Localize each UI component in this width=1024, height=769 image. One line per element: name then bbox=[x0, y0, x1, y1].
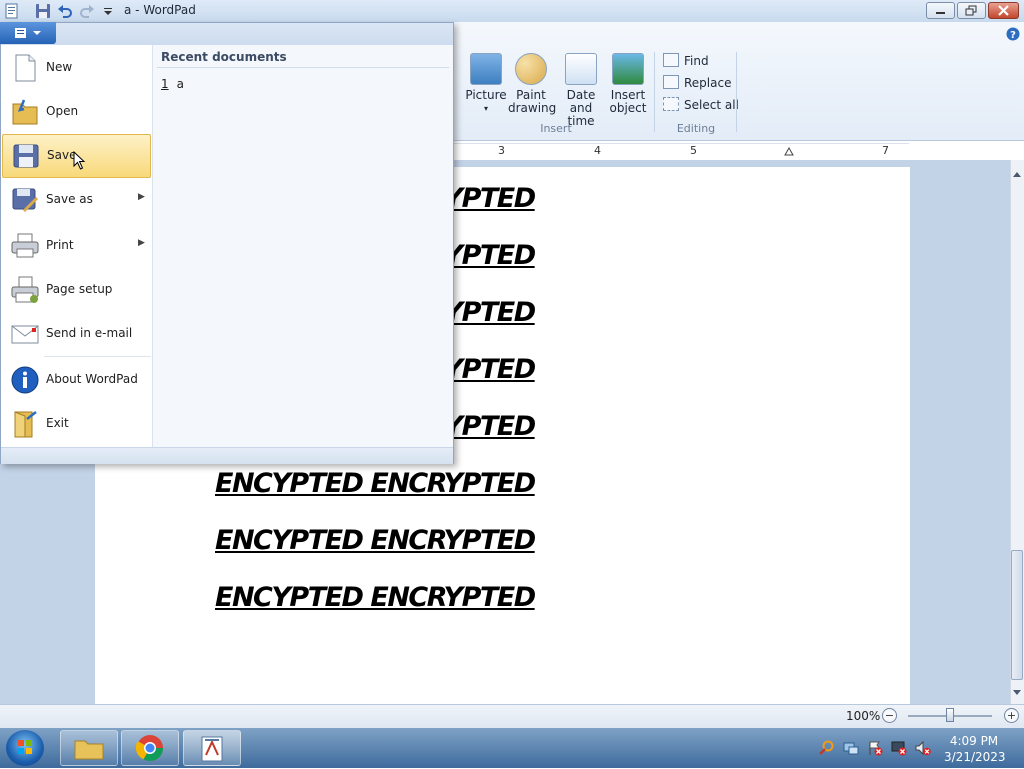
save-icon[interactable] bbox=[35, 3, 51, 19]
new-document-icon bbox=[15, 54, 36, 82]
menu-item-exit[interactable]: Exit bbox=[2, 403, 151, 445]
zoom-level: 100% bbox=[846, 709, 881, 723]
minimize-icon bbox=[936, 12, 945, 14]
email-icon bbox=[11, 325, 39, 344]
zoom-in-button[interactable]: + bbox=[1004, 708, 1019, 723]
select-all-button[interactable]: Select all bbox=[663, 94, 739, 116]
customize-qat-icon[interactable] bbox=[100, 3, 116, 19]
right-indent-marker-icon[interactable] bbox=[784, 147, 794, 157]
minimize-button[interactable] bbox=[926, 2, 955, 19]
app-menu-header bbox=[1, 23, 453, 45]
chrome-icon bbox=[135, 735, 164, 762]
taskbar-clock[interactable]: 4:09 PM 3/21/2023 bbox=[944, 733, 1006, 765]
open-folder-icon bbox=[12, 99, 38, 125]
ruler-mark: 5 bbox=[690, 144, 697, 157]
zoom-slider-thumb[interactable] bbox=[946, 708, 954, 722]
undo-icon[interactable] bbox=[57, 3, 73, 19]
ruler-mark: 4 bbox=[594, 144, 601, 157]
page-setup-icon bbox=[11, 276, 39, 303]
recent-index: 1 bbox=[161, 77, 169, 91]
ribbon-separator bbox=[736, 52, 737, 132]
recent-documents-heading: Recent documents bbox=[161, 50, 287, 64]
document-line[interactable]: ENCYPTED ENCRYPTED bbox=[215, 468, 536, 499]
zoom-out-button[interactable]: − bbox=[882, 708, 897, 723]
insert-group-label: Insert bbox=[540, 122, 572, 135]
clock-time: 4:09 PM bbox=[949, 734, 999, 748]
recent-document-item[interactable]: 1a bbox=[161, 77, 184, 91]
recent-documents-pane bbox=[153, 45, 453, 447]
picture-button[interactable]: Picture ▾ bbox=[465, 53, 507, 115]
tray-display-icon[interactable] bbox=[891, 740, 907, 756]
clock-date: 3/21/2023 bbox=[944, 750, 1006, 764]
paint-drawing-button[interactable]: Paint drawing bbox=[508, 53, 556, 115]
help-icon[interactable]: ? bbox=[1006, 27, 1020, 41]
insert-object-button[interactable]: Insert object bbox=[608, 53, 648, 115]
select-all-icon bbox=[663, 97, 679, 111]
app-menu-footer bbox=[1, 447, 453, 464]
document-line[interactable]: ENCYPTED ENCRYPTED bbox=[215, 582, 536, 613]
menu-item-new[interactable]: New bbox=[2, 47, 151, 89]
replace-icon bbox=[663, 75, 679, 89]
taskbar-wordpad-button[interactable] bbox=[183, 730, 241, 766]
menu-item-print[interactable]: Print ▶ bbox=[2, 225, 151, 267]
close-icon bbox=[998, 5, 1009, 16]
menu-item-page-setup[interactable]: Page setup bbox=[2, 269, 151, 311]
mouse-cursor-icon bbox=[73, 151, 86, 170]
ruler[interactable]: 3 4 5 7 bbox=[454, 143, 909, 161]
ruler-mark: 3 bbox=[498, 144, 505, 157]
document-line[interactable]: ENCYPTED ENCRYPTED bbox=[215, 525, 536, 556]
ribbon-separator bbox=[654, 52, 655, 132]
taskbar-chrome-button[interactable] bbox=[121, 730, 179, 766]
restore-button[interactable] bbox=[957, 2, 986, 19]
info-icon bbox=[11, 366, 39, 394]
close-button[interactable] bbox=[988, 2, 1019, 19]
menu-separator bbox=[44, 356, 151, 357]
recent-name: a bbox=[176, 77, 184, 91]
scrollbar-thumb[interactable] bbox=[1011, 550, 1023, 680]
app-menu-button-open[interactable] bbox=[0, 22, 56, 44]
menu-item-save[interactable]: Save bbox=[2, 134, 151, 178]
tray-network-icon[interactable] bbox=[843, 740, 859, 756]
tray-search-icon[interactable] bbox=[819, 740, 835, 756]
tray-action-center-icon[interactable] bbox=[867, 740, 883, 756]
find-button[interactable]: Find bbox=[663, 50, 709, 72]
picture-icon bbox=[470, 53, 502, 85]
replace-button[interactable]: Replace bbox=[663, 72, 731, 94]
tray-volume-icon[interactable] bbox=[915, 740, 931, 756]
submenu-arrow-icon: ▶ bbox=[138, 192, 145, 202]
folder-icon bbox=[74, 740, 104, 760]
ruler-mark: 7 bbox=[882, 144, 889, 157]
start-button[interactable] bbox=[6, 730, 44, 766]
submenu-arrow-icon: ▶ bbox=[138, 238, 145, 248]
scroll-up-icon[interactable] bbox=[1012, 170, 1022, 178]
redo-icon[interactable] bbox=[79, 3, 95, 19]
editing-group-label: Editing bbox=[676, 122, 716, 135]
windows-logo-icon bbox=[18, 740, 32, 754]
app-menu-icon bbox=[15, 28, 41, 38]
insert-object-icon bbox=[612, 53, 644, 85]
svg-text:?: ? bbox=[1010, 30, 1016, 41]
wordpad-app-icon bbox=[5, 3, 18, 19]
menu-item-send-email[interactable]: Send in e-mail bbox=[2, 313, 151, 355]
menu-item-open[interactable]: Open bbox=[2, 91, 151, 133]
restore-icon bbox=[965, 5, 977, 16]
date-time-button[interactable]: Date and time bbox=[555, 53, 607, 128]
binoculars-icon bbox=[663, 53, 679, 67]
scroll-down-icon[interactable] bbox=[1012, 689, 1022, 697]
recent-documents-divider bbox=[157, 67, 449, 68]
printer-icon bbox=[11, 233, 39, 258]
menu-item-about[interactable]: About WordPad bbox=[2, 359, 151, 401]
menu-item-save-as[interactable]: Save as ▶ bbox=[2, 179, 151, 221]
paint-palette-icon bbox=[515, 53, 547, 85]
save-disk-icon bbox=[13, 144, 39, 168]
taskbar-explorer-button[interactable] bbox=[60, 730, 118, 766]
wordpad-icon bbox=[201, 736, 223, 762]
exit-door-icon bbox=[14, 411, 37, 438]
window-title: a - WordPad bbox=[124, 3, 196, 17]
calendar-clock-icon bbox=[565, 53, 597, 85]
save-as-icon bbox=[12, 188, 39, 213]
